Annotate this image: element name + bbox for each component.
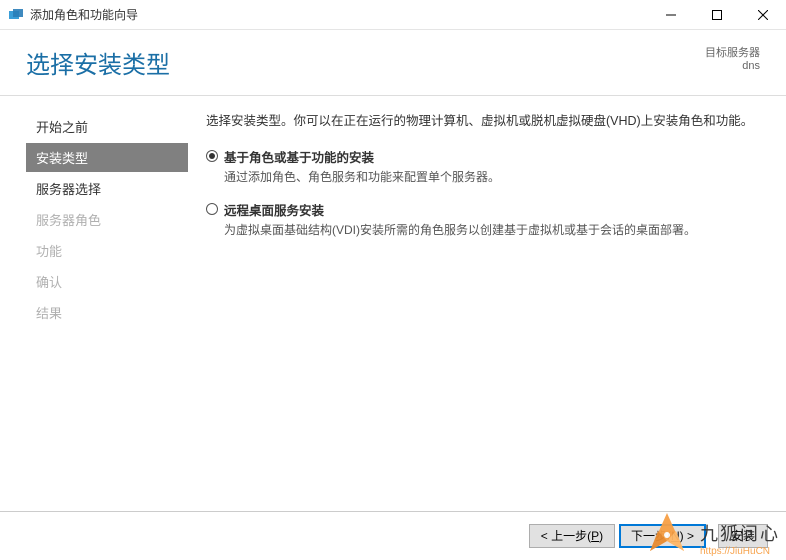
wizard-main: 选择安装类型。你可以在正在运行的物理计算机、虚拟机或脱机虚拟硬盘(VHD)上安装… bbox=[188, 96, 786, 511]
titlebar: 添加角色和功能向导 bbox=[0, 0, 786, 30]
option-role-based-header[interactable]: 基于角色或基于功能的安装 bbox=[206, 147, 760, 166]
window-title: 添加角色和功能向导 bbox=[30, 6, 648, 23]
previous-button[interactable]: < 上一步(P) bbox=[529, 524, 615, 548]
nav-server-selection[interactable]: 服务器选择 bbox=[26, 174, 188, 203]
app-icon bbox=[8, 7, 24, 23]
option-role-based[interactable]: 基于角色或基于功能的安装 通过添加角色、角色服务和功能来配置单个服务器。 bbox=[206, 147, 760, 186]
wizard-body: 开始之前 安装类型 服务器选择 服务器角色 功能 确认 结果 选择安装类型。你可… bbox=[0, 96, 786, 511]
minimize-button[interactable] bbox=[648, 0, 694, 29]
instruction-text: 选择安装类型。你可以在正在运行的物理计算机、虚拟机或脱机虚拟硬盘(VHD)上安装… bbox=[206, 112, 760, 131]
option-remote-desktop-label: 远程桌面服务安装 bbox=[224, 200, 324, 219]
nav-results: 结果 bbox=[26, 298, 188, 327]
next-button[interactable]: 下一步(N) > bbox=[619, 524, 706, 548]
maximize-button[interactable] bbox=[694, 0, 740, 29]
wizard-header: 选择安装类型 目标服务器 dns bbox=[0, 30, 786, 96]
target-value: dns bbox=[705, 60, 760, 72]
target-label: 目标服务器 bbox=[705, 44, 760, 60]
target-info: 目标服务器 dns bbox=[705, 44, 760, 72]
nav-installation-type[interactable]: 安装类型 bbox=[26, 143, 188, 172]
radio-role-based[interactable] bbox=[206, 150, 218, 162]
option-remote-desktop-desc: 为虚拟桌面基础结构(VDI)安装所需的角色服务以创建基于虚拟机或基于会话的桌面部… bbox=[224, 221, 760, 239]
option-remote-desktop-header[interactable]: 远程桌面服务安装 bbox=[206, 200, 760, 219]
nav-server-roles: 服务器角色 bbox=[26, 205, 188, 234]
install-button[interactable]: 安装 bbox=[718, 524, 768, 548]
nav-before-you-begin[interactable]: 开始之前 bbox=[26, 112, 188, 141]
close-button[interactable] bbox=[740, 0, 786, 29]
nav-features: 功能 bbox=[26, 236, 188, 265]
option-remote-desktop[interactable]: 远程桌面服务安装 为虚拟桌面基础结构(VDI)安装所需的角色服务以创建基于虚拟机… bbox=[206, 200, 760, 239]
page-title: 选择安装类型 bbox=[26, 45, 170, 80]
window-controls bbox=[648, 0, 786, 29]
radio-remote-desktop[interactable] bbox=[206, 203, 218, 215]
nav-confirmation: 确认 bbox=[26, 267, 188, 296]
option-role-based-label: 基于角色或基于功能的安装 bbox=[224, 147, 374, 166]
wizard-nav: 开始之前 安装类型 服务器选择 服务器角色 功能 确认 结果 bbox=[0, 96, 188, 511]
option-role-based-desc: 通过添加角色、角色服务和功能来配置单个服务器。 bbox=[224, 168, 760, 186]
wizard-footer: < 上一步(P) 下一步(N) > 安装 bbox=[0, 511, 786, 559]
